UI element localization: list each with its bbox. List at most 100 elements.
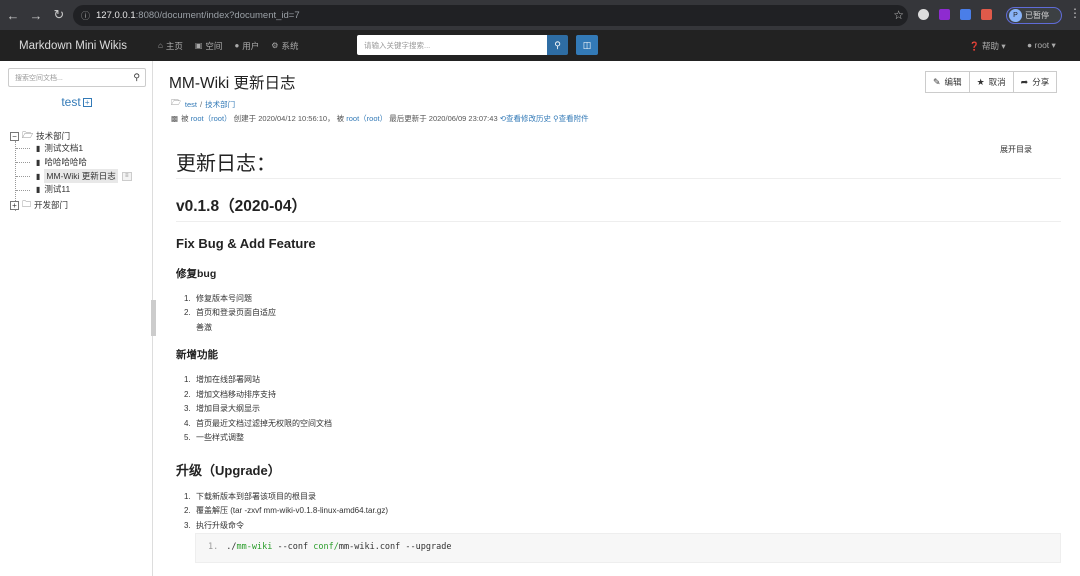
nav-system[interactable]: ⚙ 系统 — [271, 40, 298, 52]
tree-doc[interactable]: ▮ 测试文档1 — [36, 142, 83, 154]
help-menu[interactable]: ❓ 帮助 ▾ — [969, 40, 1006, 52]
cube-icon: ▣ — [194, 41, 203, 50]
back-arrow-icon[interactable]: ← — [3, 5, 23, 25]
list-item: 3. 执行升级命令 — [184, 520, 244, 531]
folder-icon: 🗁 — [171, 98, 181, 107]
user-icon: ● — [234, 41, 240, 50]
page-title: MM-Wiki 更新日志 — [169, 75, 296, 92]
share-label: 分享 — [1032, 77, 1050, 87]
tree-line — [16, 148, 30, 149]
list-number: 3. — [184, 521, 191, 530]
sidebar-search-input[interactable]: 搜索空间文档... ⚲ — [8, 68, 146, 87]
address-bar[interactable]: ⓘ 127.0.0.1:8080/document/index?document… — [73, 5, 908, 26]
divider — [176, 221, 1061, 222]
tree-doc-selected[interactable]: ▮ MM-Wiki 更新日志 ≡ — [36, 169, 132, 183]
user-menu[interactable]: ● root ▾ — [1027, 40, 1056, 51]
nav-space[interactable]: ▣ 空间 — [195, 40, 223, 52]
browser-toolbar: ← → ↻ ⓘ 127.0.0.1:8080/document/index?do… — [0, 0, 1080, 30]
attach-label: 查看附件 — [558, 114, 589, 123]
creator-link[interactable]: root（root） — [191, 114, 232, 123]
folder-icon: 🗀 — [22, 199, 32, 209]
forward-arrow-icon[interactable]: → — [26, 5, 46, 25]
caret-down-icon: ▾ — [1051, 40, 1056, 50]
code-token: mm-wiki.conf --upgrade — [338, 542, 452, 552]
translate-icon[interactable] — [960, 9, 971, 20]
unfollow-button[interactable]: ★ 取消 — [968, 71, 1014, 93]
search-button[interactable]: ⚲ — [547, 35, 568, 55]
list-number: 5. — [184, 433, 191, 442]
tree-label: 测试11 — [44, 184, 71, 194]
edit-button[interactable]: ✎ 编辑 — [925, 71, 970, 93]
more-menu-icon[interactable]: ⋮ — [1069, 6, 1080, 20]
document-icon: ▮ — [36, 171, 41, 181]
editor-link[interactable]: root（root） — [346, 114, 387, 123]
attachments-link[interactable]: ⚲查看附件 — [553, 114, 589, 123]
calendar-icon: ▩ — [171, 114, 179, 123]
tree-label: 技术部门 — [36, 131, 71, 141]
tree-line — [16, 162, 30, 163]
nav-home[interactable]: ⌂ 主页 — [158, 40, 183, 52]
global-search-input[interactable]: 请输入关键字搜索... — [357, 35, 547, 55]
list-item-text: 覆盖解压 (tar -zxvf mm-wiki-v0.1.8-linux-amd… — [196, 506, 389, 515]
history-link[interactable]: ⟲查看修改历史 — [500, 114, 551, 123]
extension-icon[interactable] — [918, 9, 929, 20]
folder-open-icon: 🗁 — [22, 130, 34, 140]
document-icon: ▮ — [36, 143, 41, 153]
reload-icon[interactable]: ↻ — [49, 5, 69, 25]
expand-toggle-icon[interactable]: + — [10, 200, 19, 210]
share-button[interactable]: ➦ 分享 — [1012, 71, 1058, 93]
list-number: 1. — [184, 492, 191, 501]
unfollow-label: 取消 — [988, 77, 1006, 87]
list-item: 1. 修复版本号问题 — [184, 293, 252, 304]
meta-comma: ， — [327, 114, 335, 123]
toc-toggle-link[interactable]: 展开目录 — [1000, 144, 1032, 155]
list-item: 5. 一些样式调整 — [184, 432, 244, 443]
search-icon[interactable]: ⚲ — [133, 72, 140, 83]
app-navbar: Markdown Mini Wikis ⌂ 主页 ▣ 空间 ● 用户 ⚙ 系统 请输入关… — [0, 30, 1080, 61]
divider — [176, 178, 1061, 179]
tree-doc[interactable]: ▮ 测试11 — [36, 183, 70, 195]
space-title[interactable]: test + — [0, 95, 153, 109]
code-token: ./ — [226, 542, 237, 552]
home-icon: ⌂ — [158, 41, 163, 50]
list-number: 2. — [184, 506, 191, 515]
brand-logo[interactable]: Markdown Mini Wikis — [19, 40, 158, 52]
extension-icon[interactable] — [939, 9, 950, 20]
info-icon[interactable]: ⓘ — [81, 9, 90, 22]
document-icon: ▮ — [36, 184, 41, 194]
document-menu-icon[interactable]: ≡ — [121, 171, 132, 181]
list-item-text: 增加文档移动排序支持 — [196, 390, 276, 399]
sidebar-search-placeholder: 搜索空间文档... — [15, 75, 63, 82]
list-item: 3. 增加目录大纲显示 — [184, 403, 260, 414]
layout-toggle-button[interactable]: ◫ — [576, 35, 598, 55]
pencil-icon: ✎ — [933, 76, 941, 87]
nav-user[interactable]: ● 用户 — [234, 40, 259, 52]
list-item: 1. 下载新版本到部署该项目的根目录 — [184, 491, 316, 502]
space-name: test — [61, 95, 81, 109]
extension-icon[interactable] — [981, 9, 992, 20]
document-meta: ▩ 被 root（root） 创建于 2020/04/12 10:56:10， 被… — [171, 113, 589, 124]
breadcrumb-folder[interactable]: 技术部门 — [205, 99, 235, 110]
list-item-text: 首页和登录页面自适应 — [196, 308, 276, 317]
list-number: 2. — [184, 390, 191, 399]
user-icon: ● — [1027, 40, 1033, 50]
list-number: 3. — [184, 404, 191, 413]
share-icon: ➦ — [1020, 76, 1029, 87]
search-icon: ⚲ — [554, 39, 561, 50]
tree-doc[interactable]: ▮ 哈哈哈哈哈 — [36, 156, 87, 168]
profile-button[interactable]: P 已暂停 — [1006, 7, 1062, 24]
tree-label: 测试文档1 — [44, 143, 84, 153]
list-item-text: 下载新版本到部署该项目的根目录 — [196, 492, 316, 501]
document-panel: MM-Wiki 更新日志 ✎ 编辑 ★ 取消 ➦ 分享 🗁 test / 技术部门 ▩… — [155, 61, 1080, 576]
bookmark-star-icon[interactable]: ☆ — [893, 8, 904, 22]
breadcrumb-space[interactable]: test — [185, 100, 197, 109]
tree-folder-dev[interactable]: + 🗀 开发部门 — [10, 197, 68, 213]
tree-label: 哈哈哈哈哈 — [44, 157, 87, 167]
list-item: 4. 首页最近文档过滤掉无权限的空间文档 — [184, 418, 332, 429]
profile-status: 已暂停 — [1025, 11, 1049, 20]
add-document-icon[interactable]: + — [82, 98, 92, 108]
list-item-continuation: 善澈 — [196, 323, 212, 332]
collapse-toggle-icon[interactable]: − — [10, 131, 19, 141]
star-icon: ★ — [976, 76, 985, 87]
tree-line — [16, 190, 30, 191]
